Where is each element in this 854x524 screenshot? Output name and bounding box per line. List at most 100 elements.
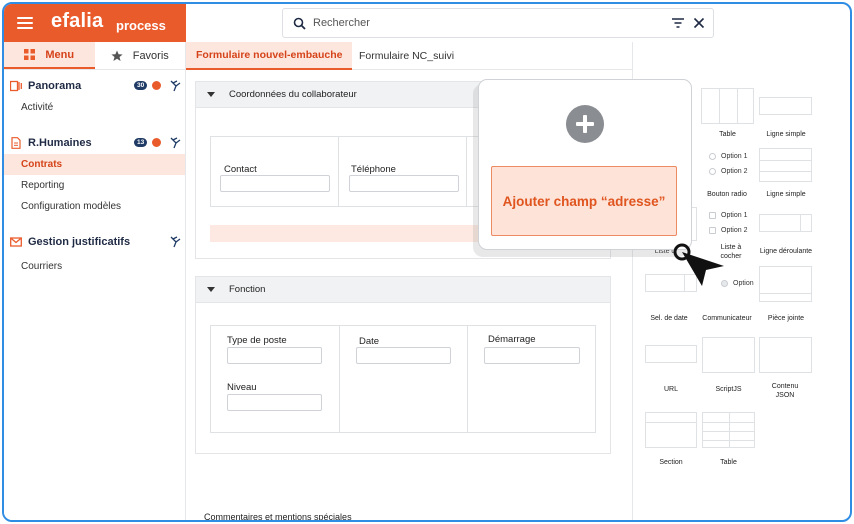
checkbox-icon [709,227,716,234]
niveau-input[interactable] [227,394,322,411]
count-badge: 13 [134,138,148,147]
palette-ligne-simple-preview-2[interactable] [759,148,812,182]
option-text: Option 2 [721,227,748,234]
hamburger-menu-icon[interactable] [17,17,33,29]
star-icon [111,50,123,61]
logo-subtitle: process [116,18,166,33]
sidebar-item-activite[interactable]: Activité [4,97,185,118]
sidebar-item-contrats[interactable]: Contrats [4,154,185,175]
palette-label-ligne-deroulante: Ligne déroulante [759,248,813,255]
palette-table-preview[interactable] [701,88,754,124]
notification-dot [152,81,161,90]
field-label-type-poste: Type de poste [227,335,287,346]
palette-label-piece-jointe: Pièce jointe [767,315,805,322]
pin-icon[interactable] [170,137,181,149]
field-label-date: Date [359,336,380,347]
search-bar [282,8,714,38]
sidebar-item-courriers[interactable]: Courriers [4,256,185,277]
palette-label-ligne-simple-2: Ligne simple [766,191,806,198]
add-address-field-button[interactable]: Ajouter champ “adresse” [491,166,677,236]
document-icon [11,137,21,149]
add-field-popup: Ajouter champ “adresse” [478,79,692,250]
field-grid: Type de poste Date Démarrage Niveau [210,325,596,433]
palette-table-preview-2[interactable] [702,412,755,448]
pin-icon[interactable] [170,80,181,92]
caret-down-icon [207,287,215,292]
sidebar-item-reporting[interactable]: Reporting [4,175,185,196]
field-label-niveau: Niveau [227,382,257,393]
palette-label-table-2: Table [720,459,737,466]
mail-icon [10,237,22,247]
palette-contenu-json-preview[interactable] [759,337,812,373]
page-tabs: Formulaire nouvel-embauche Formulaire NC… [186,42,632,70]
panel-title: Coordonnées du collaborateur [229,89,357,100]
section-title: Panorama [28,80,82,92]
tab-menu-label: Menu [45,48,75,61]
radio-icon [709,153,716,160]
app-window: efalia process Menu Favoris Panorama 30 [2,2,852,522]
tab-formulaire-nc-suivi[interactable]: Formulaire NC_suivi [349,42,464,70]
tab-favoris-label: Favoris [132,49,169,62]
pin-icon[interactable] [170,236,181,248]
search-icon [293,17,306,30]
palette-label-bouton-radio: Bouton radio [707,191,747,198]
palette-label-url: URL [663,386,678,393]
palette-piece-jointe-preview[interactable] [759,266,812,302]
tab-formulaire-nouvel-embauche[interactable]: Formulaire nouvel-embauche [186,42,353,70]
grid-icon [24,49,36,60]
palette-label-communicateur: Communicateur [702,315,752,322]
section-panorama[interactable]: Panorama 30 [4,75,185,97]
panel-title: Fonction [229,284,266,295]
field-label-demarrage: Démarrage [488,334,536,345]
section-gestion-justificatifs[interactable]: Gestion justificatifs [4,231,185,253]
plus-icon[interactable] [566,105,604,143]
sidebar: Menu Favoris Panorama 30 Activité R.Huma… [4,42,186,520]
date-input[interactable] [356,347,451,364]
comments-label: Commentaires et mentions spéciales [204,512,352,522]
logo: efalia [51,10,104,32]
tab-menu[interactable]: Menu [4,42,95,69]
count-badge: 30 [134,81,148,90]
section-rhumaines[interactable]: R.Humaines 13 [4,132,185,154]
filter-icon[interactable] [672,18,684,28]
section-title: Gestion justificatifs [28,236,131,248]
telephone-input[interactable] [349,175,459,192]
mouse-pointer-icon [673,243,724,286]
palette-section-preview[interactable] [645,412,697,448]
field-grid: Contact Téléphone [210,136,510,207]
sidebar-item-configuration-modeles[interactable]: Configuration modèles [4,196,185,217]
search-input[interactable] [313,13,653,33]
type-poste-input[interactable] [227,347,322,364]
brand-header: efalia process [4,4,186,42]
demarrage-input[interactable] [484,347,580,364]
palette-scriptjs-preview[interactable] [702,337,755,373]
palette-ligne-deroulante-preview[interactable] [759,214,812,232]
radio-icon [709,168,716,175]
notification-dot [152,138,161,147]
sidebar-tabs: Menu Favoris [4,42,185,70]
checkbox-icon [709,212,716,219]
palette-label-contenu-json: Contenu JSON [771,383,799,399]
option-text: Option 1 [721,212,748,219]
panel-header[interactable]: Fonction [196,277,610,303]
close-icon[interactable] [693,17,705,29]
palette-label-ligne-simple: Ligne simple [766,131,806,138]
panorama-icon [10,80,22,92]
option-text: Option 1 [721,153,748,160]
palette-label-scriptjs: ScriptJS [715,386,742,393]
tab-favoris[interactable]: Favoris [95,42,186,69]
field-label-contact: Contact [224,164,257,175]
highlighted-row [210,225,510,242]
palette-url-preview[interactable] [645,345,697,363]
palette-label-table: Table [719,131,736,138]
option-text: Option [733,280,754,287]
option-text: Option 2 [721,168,748,175]
palette-label-section: Section [659,459,683,466]
palette-label-sel-date: Sel. de date [650,315,688,322]
caret-down-icon [207,92,215,97]
palette-ligne-simple-preview[interactable] [759,97,812,115]
panel-fonction: Fonction Type de poste Date Démarrage Ni… [195,276,611,454]
contact-input[interactable] [220,175,330,192]
field-label-telephone: Téléphone [351,164,396,175]
section-title: R.Humaines [28,137,92,149]
